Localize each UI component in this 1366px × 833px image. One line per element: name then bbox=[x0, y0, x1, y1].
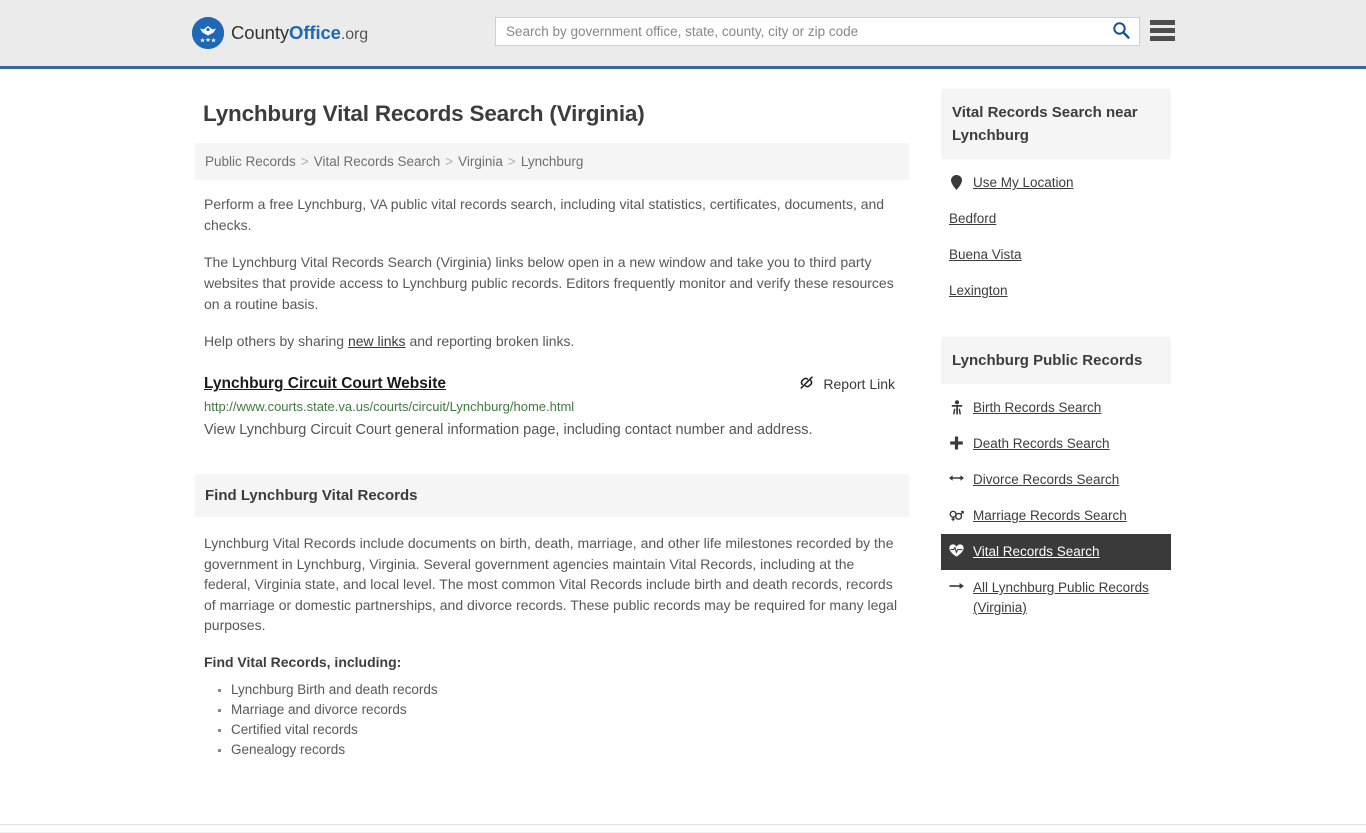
find-section-list-lead: Find Vital Records, including: bbox=[204, 653, 402, 670]
intro-paragraph-3: Help others by sharing new links and rep… bbox=[195, 331, 909, 352]
cross-icon bbox=[949, 434, 964, 450]
sidebar-near-heading: Vital Records Search near Lynchburg bbox=[941, 89, 1171, 159]
sidebar-near-list: Use My Location Bedford Buena Vista Lexi… bbox=[941, 159, 1171, 309]
sidebar-item-label[interactable]: Lexington bbox=[949, 281, 1008, 301]
list-item: Lynchburg Birth and death records bbox=[231, 680, 900, 700]
main-column: Lynchburg Vital Records Search (Virginia… bbox=[195, 89, 909, 760]
brand-wordmark: CountyOffice.org bbox=[231, 22, 368, 44]
search-icon bbox=[1112, 21, 1130, 42]
sidebar-item-marriage-records-search[interactable]: Marriage Records Search bbox=[941, 498, 1171, 534]
brand-part-org: .org bbox=[340, 26, 369, 43]
search-bar[interactable] bbox=[495, 17, 1140, 46]
hamburger-bar-2 bbox=[1150, 28, 1175, 33]
sidebar-item-label[interactable]: Bedford bbox=[949, 209, 996, 229]
report-link-button[interactable]: Report Link bbox=[798, 374, 900, 394]
result-title-link[interactable]: Lynchburg Circuit Court Website bbox=[204, 375, 446, 393]
breadcrumb-item-vital-records-search[interactable]: Vital Records Search bbox=[314, 154, 441, 169]
sidebar-item-label[interactable]: All Lynchburg Public Records (Virginia) bbox=[973, 578, 1161, 618]
find-section-heading: Find Lynchburg Vital Records bbox=[195, 474, 909, 517]
left-right-arrows-icon bbox=[949, 470, 964, 484]
intro-paragraph-2: The Lynchburg Vital Records Search (Virg… bbox=[204, 254, 894, 312]
arrow-right-icon bbox=[949, 578, 964, 592]
list-item: Certified vital records bbox=[231, 720, 900, 740]
find-section-body: Lynchburg Vital Records include document… bbox=[195, 517, 909, 760]
new-links-link[interactable]: new links bbox=[348, 333, 406, 349]
site-logo-link[interactable]: CountyOffice.org bbox=[192, 17, 368, 49]
hamburger-menu-icon[interactable] bbox=[1150, 20, 1175, 41]
result-header-row: Lynchburg Circuit Court Website Report L… bbox=[204, 374, 900, 394]
result-url[interactable]: http://www.courts.state.va.us/courts/cir… bbox=[204, 399, 900, 414]
map-pin-icon bbox=[949, 173, 964, 190]
intro-p3-before: Help others by sharing bbox=[204, 333, 348, 349]
site-header: CountyOffice.org bbox=[0, 0, 1366, 69]
page-wrapper: Lynchburg Vital Records Search (Virginia… bbox=[0, 69, 1366, 833]
list-item: Genealogy records bbox=[231, 740, 900, 760]
brand-part-office: Office bbox=[289, 22, 341, 43]
sidebar-item-divorce-records-search[interactable]: Divorce Records Search bbox=[941, 462, 1171, 498]
sidebar-public-records-list: Birth Records Search Death Records Searc… bbox=[941, 384, 1171, 626]
breadcrumb-item-virginia[interactable]: Virginia bbox=[458, 154, 503, 169]
eagle-seal-icon bbox=[192, 17, 224, 49]
breadcrumb-separator-3: > bbox=[507, 154, 516, 169]
find-section-list: Lynchburg Birth and death records Marria… bbox=[204, 680, 900, 760]
sidebar-item-lexington[interactable]: Lexington bbox=[941, 273, 1171, 309]
brand-part-county: County bbox=[231, 22, 290, 43]
sidebar-item-label[interactable]: Vital Records Search bbox=[973, 542, 1100, 562]
result-entry: Lynchburg Circuit Court Website Report L… bbox=[195, 374, 909, 440]
sidebar-item-birth-records-search[interactable]: Birth Records Search bbox=[941, 390, 1171, 426]
sidebar-item-label[interactable]: Use My Location bbox=[973, 173, 1074, 193]
sidebar-item-label[interactable]: Birth Records Search bbox=[973, 398, 1101, 418]
report-link-label: Report Link bbox=[823, 376, 895, 392]
breadcrumb-item-public-records[interactable]: Public Records bbox=[205, 154, 296, 169]
breadcrumb: Public Records > Vital Records Search > Virg… bbox=[195, 143, 909, 180]
hamburger-bar-1 bbox=[1150, 20, 1175, 25]
heartbeat-icon bbox=[949, 542, 964, 557]
sidebar-item-use-my-location[interactable]: Use My Location bbox=[941, 165, 1171, 201]
page-title: Lynchburg Vital Records Search (Virginia… bbox=[203, 101, 645, 126]
broken-link-icon bbox=[798, 374, 815, 394]
venus-mars-icon bbox=[949, 506, 964, 522]
breadcrumb-separator-2: > bbox=[445, 154, 454, 169]
intro-paragraph-1: Perform a free Lynchburg, VA public vita… bbox=[204, 196, 885, 233]
baby-icon bbox=[949, 398, 964, 415]
intro-p3-after: and reporting broken links. bbox=[405, 333, 575, 349]
result-description: View Lynchburg Circuit Court general inf… bbox=[204, 422, 813, 438]
find-section-paragraph: Lynchburg Vital Records include document… bbox=[204, 535, 898, 633]
sidebar-public-records-heading: Lynchburg Public Records bbox=[941, 337, 1171, 384]
sidebar-item-buena-vista[interactable]: Buena Vista bbox=[941, 237, 1171, 273]
breadcrumb-item-lynchburg[interactable]: Lynchburg bbox=[521, 154, 584, 169]
sidebar-item-death-records-search[interactable]: Death Records Search bbox=[941, 426, 1171, 462]
sidebar-item-label[interactable]: Marriage Records Search bbox=[973, 506, 1127, 526]
sidebar-item-all-public-records[interactable]: All Lynchburg Public Records (Virginia) bbox=[941, 570, 1171, 626]
sidebar-item-vital-records-search[interactable]: Vital Records Search bbox=[941, 534, 1171, 570]
hamburger-bar-3 bbox=[1150, 36, 1175, 41]
sidebar-item-bedford[interactable]: Bedford bbox=[941, 201, 1171, 237]
search-button[interactable] bbox=[1103, 18, 1139, 45]
sidebar-item-label[interactable]: Death Records Search bbox=[973, 434, 1110, 454]
content-container: Lynchburg Vital Records Search (Virginia… bbox=[195, 69, 1171, 760]
sidebar: Vital Records Search near Lynchburg Use … bbox=[941, 89, 1171, 760]
sidebar-item-label[interactable]: Divorce Records Search bbox=[973, 470, 1119, 490]
footer-divider bbox=[0, 824, 1366, 825]
list-item: Marriage and divorce records bbox=[231, 700, 900, 720]
sidebar-item-label[interactable]: Buena Vista bbox=[949, 245, 1022, 265]
search-input[interactable] bbox=[496, 18, 1103, 45]
breadcrumb-separator-1: > bbox=[300, 154, 309, 169]
